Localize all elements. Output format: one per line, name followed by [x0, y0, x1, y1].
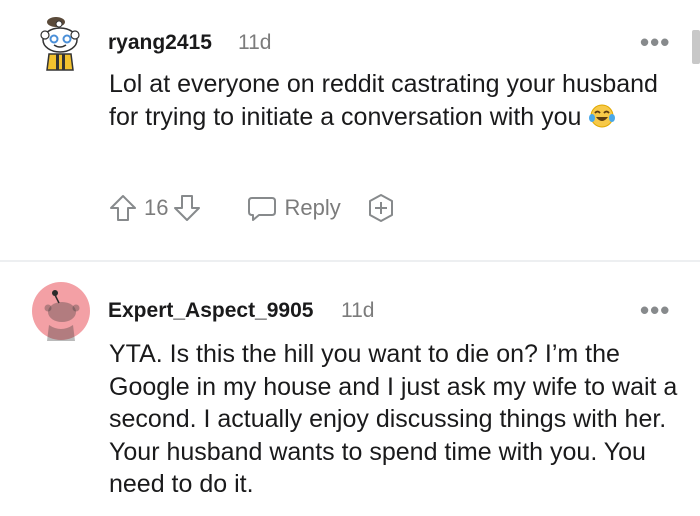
comment-age: 11d: [238, 31, 272, 54]
comment-body-text: YTA. Is this the hill you want to die on…: [109, 340, 678, 498]
vote-count: 16: [144, 195, 169, 220]
upvote-arrow-icon: [110, 195, 136, 221]
comment-age: 11d: [341, 299, 375, 322]
award-plus-icon: [368, 194, 393, 222]
username[interactable]: ryang2415: [108, 31, 212, 55]
reply-label: Reply: [284, 195, 341, 220]
face-with-tears-of-joy-icon: [588, 103, 616, 138]
user-avatar[interactable]: [36, 14, 84, 74]
more-options-button[interactable]: •••: [640, 297, 670, 323]
username[interactable]: Expert_Aspect_9905: [108, 299, 313, 323]
downvote-button[interactable]: [172, 193, 202, 223]
downvote-arrow-icon: [174, 195, 201, 221]
comment-body: Lol at everyone on reddit castrating you…: [109, 68, 679, 137]
user-avatar[interactable]: [31, 281, 91, 341]
reply-button[interactable]: Reply: [246, 193, 341, 223]
comment: ryang2415 11d ••• Lol at everyone on red…: [0, 0, 700, 260]
comment: Expert_Aspect_9905 11d ••• YTA. Is this …: [0, 262, 700, 516]
reply-bubble-icon: [248, 197, 277, 221]
snoo-avatar-icon: [32, 282, 90, 341]
comment-body-text: Lol at everyone on reddit castrating you…: [109, 70, 658, 131]
snoo-avatar-icon: [40, 17, 80, 71]
upvote-button[interactable]: [108, 193, 138, 223]
comment-actions: 16 Reply: [108, 188, 397, 228]
more-options-button[interactable]: •••: [640, 29, 670, 55]
award-button[interactable]: [365, 192, 397, 224]
comment-body: YTA. Is this the hill you want to die on…: [109, 338, 679, 501]
